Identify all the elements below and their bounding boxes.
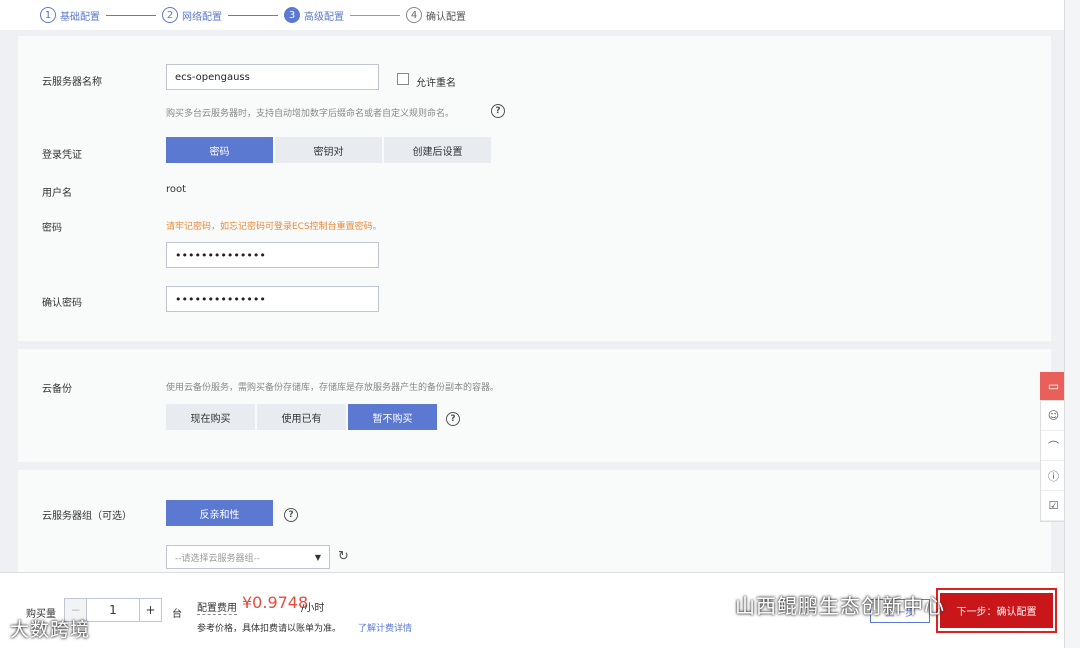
server-name-hint: 购买多台云服务器时，支持自动增加数字后缀命名或者自定义规则命名。: [166, 109, 455, 119]
fee-label[interactable]: 配置费用: [197, 599, 237, 615]
step-label: 高级配置: [304, 11, 344, 23]
login-option-password[interactable]: 密码: [166, 137, 273, 163]
backup-option-buy-now[interactable]: 现在购买: [166, 404, 255, 430]
login-option-later[interactable]: 创建后设置: [384, 137, 491, 163]
smile-icon[interactable]: ☺: [1041, 401, 1066, 431]
step-label: 网络配置: [182, 11, 222, 23]
step-connector: [350, 14, 400, 16]
next-button-highlight: 下一步：确认配置: [936, 588, 1057, 633]
username-label: 用户名: [42, 188, 72, 199]
password-input[interactable]: ••••••••••••••: [166, 242, 379, 268]
password-warning: 请牢记密码，如忘记密码可登录ECS控制台重置密码。: [166, 222, 382, 232]
backup-option-use-existing[interactable]: 使用已有: [257, 404, 346, 430]
anti-affinity-button[interactable]: 反亲和性: [166, 500, 273, 526]
question-icon[interactable]: ⓘ: [1041, 461, 1066, 491]
step-label: 基础配置: [60, 11, 100, 23]
step-number: 4: [406, 7, 422, 23]
basic-settings-card: 云服务器名称 ecs-opengauss 允许重名 购买多台云服务器时，支持自动…: [18, 36, 1051, 341]
login-option-keypair[interactable]: 密钥对: [275, 137, 382, 163]
step-network[interactable]: 2 网络配置: [162, 7, 222, 23]
step-basic[interactable]: 1 基础配置: [40, 7, 100, 23]
refresh-icon[interactable]: ↻: [338, 549, 349, 564]
question-icon[interactable]: ?: [446, 412, 460, 426]
step-confirm: 4 确认配置: [406, 7, 466, 23]
login-credential-label: 登录凭证: [42, 150, 82, 161]
step-number: 2: [162, 7, 178, 23]
allow-duplicate-label: 允许重名: [416, 78, 456, 89]
server-group-select[interactable]: --请选择云服务器组-- ▼: [166, 545, 330, 569]
price-unit: /小时: [301, 603, 325, 614]
watermark-right: 山西鲲鹏生态创新中心: [735, 594, 945, 618]
billing-details-link[interactable]: 了解计费详情: [358, 621, 412, 634]
step-indicator: 1 基础配置 2 网络配置 3 高级配置 4 确认配置: [0, 0, 1064, 30]
watermark-left: 大数跨境: [10, 619, 91, 641]
quantity-input[interactable]: 1: [87, 599, 139, 621]
cloud-backup-card: 云备份 使用云备份服务，需购买备份存储库，存储库是存放服务器产生的备份副本的容器…: [18, 349, 1051, 462]
price-value: ¥0.9748: [242, 593, 309, 612]
backup-label: 云备份: [42, 384, 72, 395]
server-name-label: 云服务器名称: [42, 77, 102, 88]
step-number: 3: [284, 7, 300, 23]
vertical-scrollbar[interactable]: [1064, 0, 1080, 648]
step-label: 确认配置: [426, 11, 466, 23]
reference-price-note: 参考价格，具体扣费请以账单为准。: [197, 624, 342, 634]
password-label: 密码: [42, 223, 62, 234]
next-confirm-button[interactable]: 下一步：确认配置: [940, 593, 1053, 628]
server-group-card: 云服务器组（可选） 反亲和性 ? --请选择云服务器组-- ▼ ↻: [18, 470, 1051, 580]
plus-icon[interactable]: +: [139, 599, 161, 621]
question-icon[interactable]: ?: [284, 508, 298, 522]
headset-icon[interactable]: ⌒: [1041, 431, 1066, 461]
backup-hint: 使用云备份服务，需购买备份存储库，存储库是存放服务器产生的备份副本的容器。: [166, 383, 500, 393]
chat-icon[interactable]: ▭: [1040, 372, 1067, 400]
chevron-down-icon: ▼: [314, 552, 321, 562]
quantity-unit: 台: [172, 609, 182, 620]
login-credential-selector: 密码 密钥对 创建后设置: [166, 137, 493, 163]
server-name-input[interactable]: ecs-opengauss: [166, 64, 379, 90]
confirm-password-input[interactable]: ••••••••••••••: [166, 286, 379, 312]
step-number: 1: [40, 7, 56, 23]
step-advanced: 3 高级配置: [284, 7, 344, 23]
step-connector: [106, 14, 156, 16]
server-group-select-placeholder: --请选择云服务器组--: [175, 553, 260, 564]
username-value: root: [166, 184, 187, 195]
server-group-label: 云服务器组（可选）: [42, 511, 132, 522]
confirm-password-label: 确认密码: [42, 298, 82, 309]
question-icon[interactable]: ?: [491, 104, 505, 118]
step-connector: [228, 14, 278, 16]
checklist-icon[interactable]: ☑: [1041, 491, 1066, 521]
allow-duplicate-checkbox[interactable]: [397, 73, 409, 85]
floating-toolbar: ▭ ☺ ⌒ ⓘ ☑: [1040, 372, 1067, 522]
backup-selector: 现在购买 使用已有 暂不购买: [166, 404, 439, 430]
server-group-policy: 反亲和性: [166, 500, 275, 526]
backup-option-skip[interactable]: 暂不购买: [348, 404, 437, 430]
